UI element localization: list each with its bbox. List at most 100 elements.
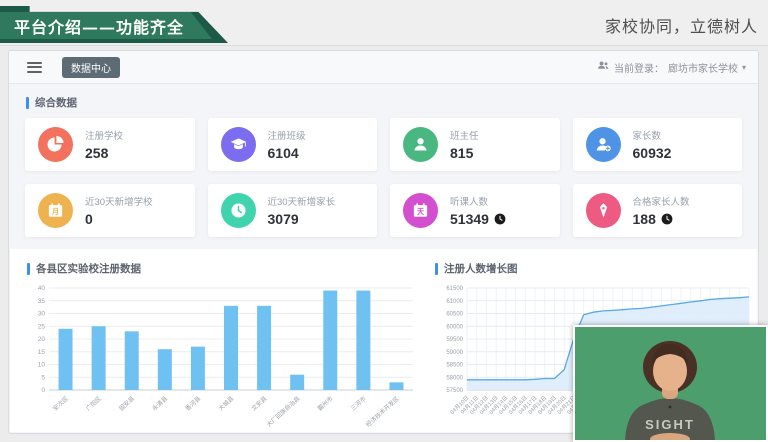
svg-text:固安县: 固安县 [117, 395, 136, 413]
stat-cards-row-1: 注册学校 258 注册班级 6104 班主任815 家长数 60932 [25, 118, 742, 171]
stat-card-info: 注册班级 6104 [268, 128, 306, 161]
svg-text:0: 0 [41, 387, 45, 394]
history-clock-icon[interactable] [494, 213, 506, 225]
section-accent-bar [435, 263, 438, 275]
bar [257, 306, 271, 390]
svg-text:15: 15 [38, 349, 46, 356]
bar [290, 375, 304, 390]
breadcrumb-tag[interactable]: 数据中心 [62, 57, 120, 78]
stat-card-value: 0 [85, 211, 93, 227]
stat-card-label: 听课人数 [450, 194, 506, 208]
stat-card-label: 注册班级 [268, 128, 306, 142]
svg-text:59500: 59500 [446, 337, 463, 343]
section-accent-bar [26, 97, 29, 109]
svg-text:霸州市: 霸州市 [316, 395, 335, 413]
stat-card: 近30天新增家长 3079 [208, 184, 378, 237]
teacher-icon [403, 127, 438, 162]
menu-toggle-icon[interactable] [27, 62, 42, 73]
stat-card-value: 258 [85, 145, 108, 161]
stat-card-info: 近30天新增家长 3079 [268, 194, 336, 227]
svg-text:60000: 60000 [446, 324, 463, 330]
bar-chart-header: 各县区实验校注册数据 [27, 261, 421, 276]
pen-nib-icon [586, 193, 621, 228]
district-bar-chart-panel: 各县区实验校注册数据 0510152025303540安次区广阳区固安县永清县香… [27, 261, 421, 430]
stat-card-label: 家长数 [633, 128, 672, 142]
svg-text:天: 天 [417, 208, 425, 216]
summary-section-header: 综合数据 [26, 95, 758, 110]
stat-card-label: 班主任 [450, 128, 479, 142]
svg-text:经济技术开发区: 经济技术开发区 [364, 395, 401, 429]
stat-card-value: 188 [633, 211, 656, 227]
stat-card: 注册班级 6104 [208, 118, 378, 171]
users-icon [597, 59, 610, 75]
stat-card: 注册学校 258 [25, 118, 195, 171]
svg-text:61500: 61500 [446, 286, 463, 292]
svg-text:文安县: 文安县 [250, 395, 269, 413]
chevron-down-icon: ▾ [742, 63, 746, 72]
svg-text:35: 35 [38, 298, 46, 305]
svg-text:58500: 58500 [446, 363, 463, 369]
history-clock-icon[interactable] [661, 213, 673, 225]
graduation-cap-icon [221, 127, 256, 162]
stat-card: 合格家长人数 188 [573, 184, 743, 237]
bar [158, 349, 172, 390]
login-dropdown[interactable]: 当前登录： 廊坊市家长学校 ▾ [597, 59, 746, 75]
clock-icon [221, 193, 256, 228]
bar [125, 331, 139, 390]
parent-add-icon [586, 127, 621, 162]
svg-text:61000: 61000 [446, 299, 463, 305]
stat-cards-row-2: 月 近30天新增学校 0 近30天新增家长 3079 天 听课人数51349 合格家长人数 18… [25, 184, 742, 237]
svg-text:59000: 59000 [446, 350, 463, 356]
stat-card-info: 近30天新增学校 0 [85, 194, 153, 227]
bar [224, 306, 238, 390]
page-header: 平台介绍——功能齐全 家校协同，立德树人 [0, 0, 768, 46]
login-school-name: 廊坊市家长学校 [668, 60, 738, 75]
svg-text:57500: 57500 [446, 388, 463, 394]
bar-chart-title: 各县区实验校注册数据 [36, 261, 141, 276]
svg-text:月: 月 [51, 208, 59, 216]
stat-card: 月 近30天新增学校 0 [25, 184, 195, 237]
calendar-month-icon: 月 [38, 193, 73, 228]
svg-text:大城县: 大城县 [217, 395, 236, 413]
bar-chart-svg: 0510152025303540安次区广阳区固安县永清县香河县大城县文安县大厂回… [27, 282, 419, 430]
presenter-silhouette: SIGHT [575, 327, 766, 440]
stat-card-label: 近30天新增家长 [268, 194, 336, 208]
svg-text:安次区: 安次区 [51, 395, 70, 413]
line-chart-title: 注册人数增长图 [444, 261, 518, 276]
bar [191, 347, 205, 390]
dashboard-topbar: 数据中心 当前登录： 廊坊市家长学校 ▾ [9, 51, 758, 84]
calendar-day-icon: 天 [403, 193, 438, 228]
presenter-video-overlay: SIGHT [573, 325, 768, 442]
section-accent-bar [27, 263, 30, 275]
stat-card-value: 60932 [633, 145, 672, 161]
svg-text:5: 5 [41, 374, 45, 381]
svg-text:40: 40 [38, 285, 46, 292]
summary-section-title: 综合数据 [35, 95, 77, 110]
login-label: 当前登录： [614, 60, 664, 75]
svg-text:20: 20 [38, 336, 46, 343]
pie-chart-icon [38, 127, 73, 162]
district-bar-chart: 0510152025303540安次区广阳区固安县永清县香河县大城县文安县大厂回… [27, 282, 421, 430]
svg-text:10: 10 [38, 362, 46, 369]
stat-card-info: 家长数 60932 [633, 128, 672, 161]
bar [323, 291, 337, 390]
stat-card-label: 近30天新增学校 [85, 194, 153, 208]
stat-card-label: 合格家长人数 [633, 194, 690, 208]
stat-card: 班主任815 [390, 118, 560, 171]
stat-card-value: 3079 [268, 211, 299, 227]
slogan-text: 家校协同，立德树人 [605, 13, 758, 37]
stat-card-info: 听课人数51349 [450, 194, 506, 227]
banner-ribbon: 平台介绍——功能齐全 [0, 12, 212, 39]
bar [59, 329, 73, 390]
svg-text:永清县: 永清县 [150, 395, 169, 413]
stat-card-value: 6104 [268, 145, 299, 161]
svg-text:广阳区: 广阳区 [84, 395, 103, 413]
svg-text:香河县: 香河县 [184, 395, 203, 413]
line-chart-header: 注册人数增长图 [435, 261, 753, 276]
stat-card: 家长数 60932 [573, 118, 743, 171]
stat-card-label: 注册学校 [85, 128, 123, 142]
svg-text:三河市: 三河市 [349, 395, 368, 413]
page-title: 平台介绍——功能齐全 [14, 14, 198, 38]
stat-card-info: 班主任815 [450, 128, 479, 161]
svg-text:58000: 58000 [446, 375, 463, 381]
